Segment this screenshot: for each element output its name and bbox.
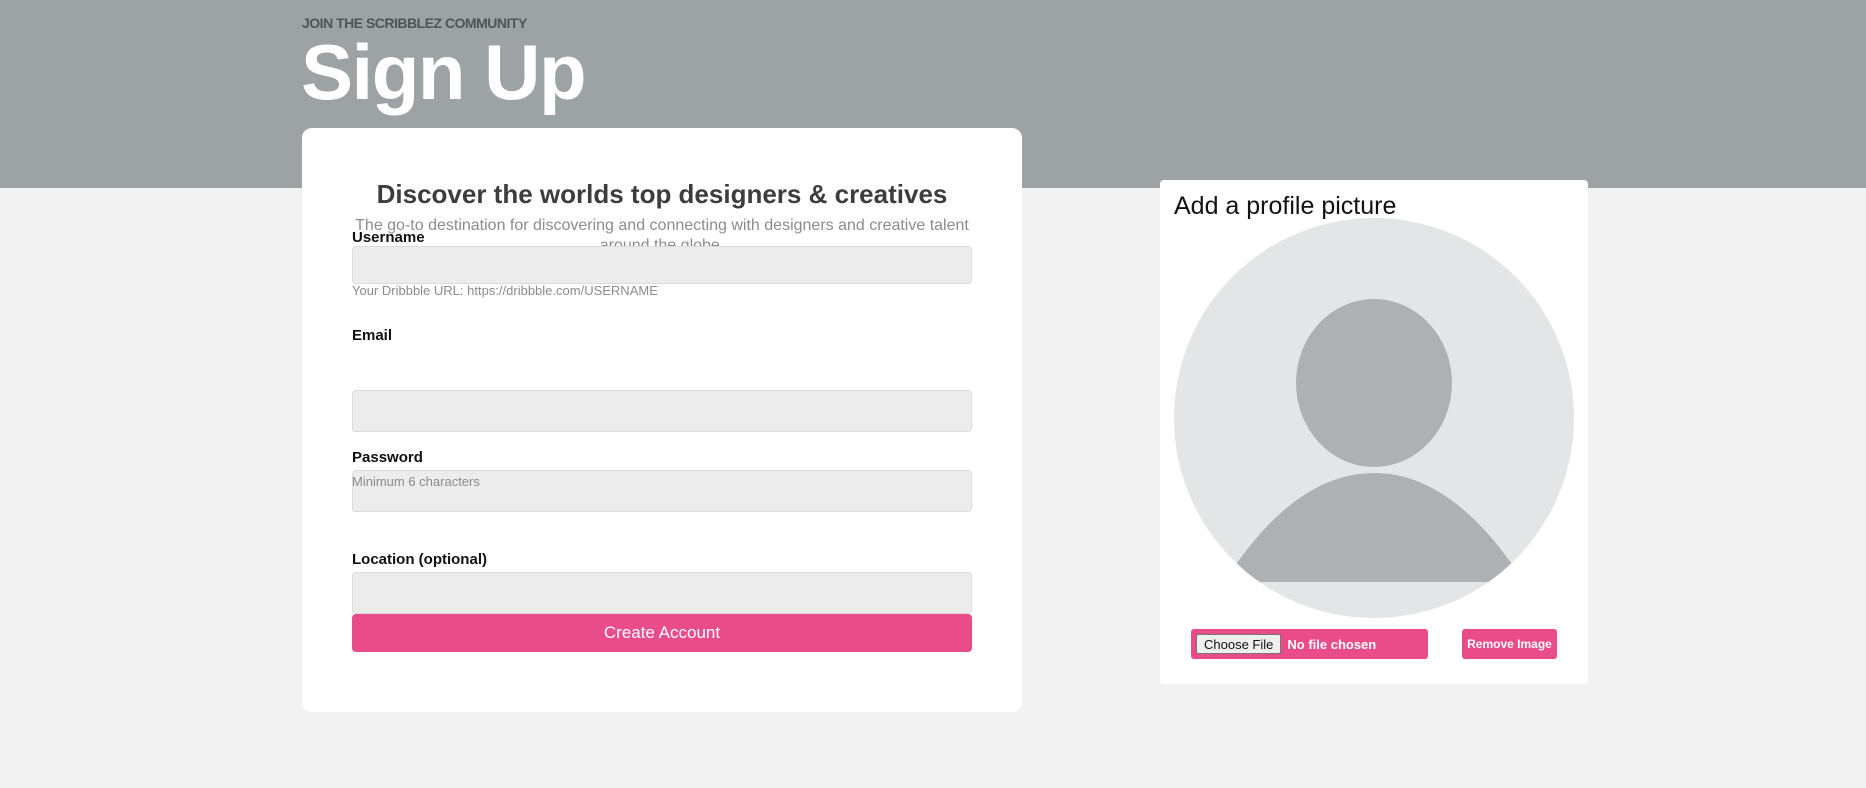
username-label: Username [352,229,425,246]
password-label: Password [352,449,423,466]
username-input[interactable] [352,246,972,284]
default-user-silhouette-icon[interactable] [1174,218,1574,618]
password-hint: Minimum 6 characters [352,474,480,489]
signup-form-card: Discover the worlds top designers & crea… [302,128,1022,712]
create-account-button[interactable]: Create Account [352,614,972,652]
username-hint: Your Dribbble URL: https://dribbble.com/… [352,283,658,298]
location-input[interactable] [352,572,972,614]
choose-file-button[interactable]: Choose File [1196,634,1282,654]
profile-picture-card: Add a profile picture Choose File No fil… [1160,180,1588,684]
email-input[interactable] [352,390,972,432]
profile-picture-heading: Add a profile picture [1174,192,1397,220]
email-label: Email [352,327,393,344]
file-status-text: No file chosen [1287,636,1377,652]
location-label: Location (optional) [352,551,487,568]
form-heading: Discover the worlds top designers & crea… [376,179,948,209]
file-upload-field[interactable]: Choose File No file chosen [1191,629,1428,659]
remove-image-button[interactable]: Remove Image [1462,629,1557,659]
page-title: Sign Up [301,28,587,116]
